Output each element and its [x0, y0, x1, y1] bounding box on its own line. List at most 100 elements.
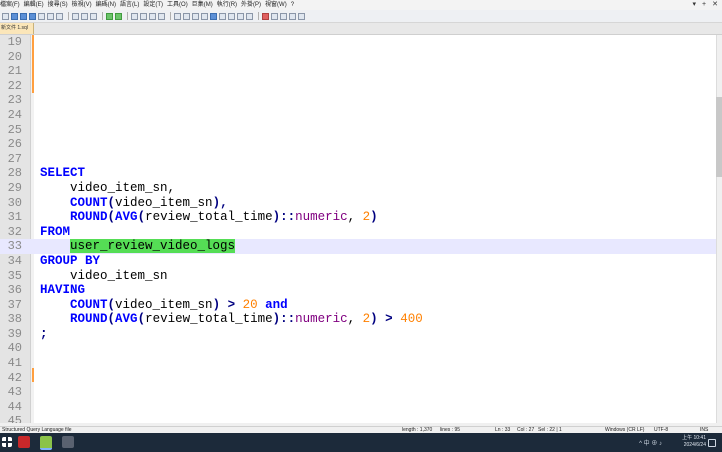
menu-item[interactable]: 執行(R)	[217, 0, 241, 10]
menu-item[interactable]: ?	[291, 0, 298, 10]
code-line[interactable]: 26	[0, 137, 716, 152]
code-line[interactable]: 29 video_item_sn,	[0, 181, 716, 196]
code-line[interactable]: 34 GROUP BY	[0, 254, 716, 269]
line-number: 24	[7, 107, 22, 122]
run-macro-multiple-icon[interactable]	[289, 12, 296, 20]
print-icon[interactable]	[56, 12, 63, 20]
code-line[interactable]: 44	[0, 400, 716, 415]
menu-item[interactable]: 設定(T)	[143, 0, 167, 10]
menu-item[interactable]: 視窗(W)	[265, 0, 291, 10]
scrollbar-thumb[interactable]	[716, 97, 722, 177]
menu-item[interactable]: 搜尋(S)	[48, 0, 72, 10]
code-line[interactable]: 20	[0, 50, 716, 65]
menu-item[interactable]: 編輯(E)	[24, 0, 48, 10]
close-file-icon[interactable]	[38, 12, 45, 20]
record-macro-icon[interactable]	[262, 12, 269, 20]
app-window-icon[interactable]	[62, 436, 74, 448]
line-number: 43	[7, 385, 22, 400]
stop-macro-icon[interactable]	[271, 12, 278, 20]
code-token: review_total_time	[145, 312, 273, 327]
save-macro-icon[interactable]	[298, 12, 305, 20]
code-line[interactable]: 22	[0, 79, 716, 94]
sync-vertical-icon[interactable]	[174, 12, 181, 20]
find-icon[interactable]	[131, 12, 138, 20]
code-line[interactable]: 28 SELECT	[0, 166, 716, 181]
code-line[interactable]: 38 ROUND(AVG(review_total_time)::numeric…	[0, 312, 716, 327]
doc-map-icon[interactable]	[219, 12, 226, 20]
zoom-in-icon[interactable]	[149, 12, 156, 20]
code-token: AVG	[115, 312, 138, 327]
show-all-chars-icon[interactable]	[201, 12, 208, 20]
save-all-icon[interactable]	[29, 12, 36, 20]
undo-icon[interactable]	[106, 12, 113, 20]
code-line[interactable]: 24	[0, 108, 716, 123]
code-line[interactable]: 39;	[0, 327, 716, 342]
code-line[interactable]: 32 FROM	[0, 225, 716, 240]
cut-icon[interactable]	[72, 12, 79, 20]
menu-item[interactable]: 工具(O)	[167, 0, 192, 10]
clock-time: 上午 10:41	[682, 435, 706, 441]
new-tab-icon[interactable]: +	[702, 0, 706, 10]
open-file-icon[interactable]	[11, 12, 18, 20]
code-line[interactable]: 21	[0, 64, 716, 79]
code-line[interactable]: 36 HAVING	[0, 283, 716, 298]
code-line[interactable]: 42	[0, 371, 716, 386]
acrobat-icon[interactable]	[18, 436, 30, 448]
code-line[interactable]: 45	[0, 414, 716, 423]
clock[interactable]: 上午 10:41 2024/6/24	[682, 435, 706, 449]
line-code: ROUND(AVG(review_total_time)::numeric, 2…	[40, 312, 423, 327]
tab-active-file[interactable]: 新文件 1.sql	[0, 23, 34, 34]
code-line[interactable]: 40	[0, 341, 716, 356]
menu-item[interactable]: 檢視(V)	[72, 0, 96, 10]
code-line[interactable]: 25	[0, 123, 716, 138]
code-editor[interactable]: 19 20 21 22 23 24 25 26 27 28 SELECT 29 video_item_…	[0, 35, 716, 423]
code-line[interactable]: 41	[0, 356, 716, 371]
vertical-scrollbar[interactable]	[716, 35, 722, 423]
line-number: 41	[7, 356, 22, 371]
code-line[interactable]: 35 video_item_sn	[0, 269, 716, 284]
restore-icon[interactable]: ▾	[693, 0, 697, 10]
paste-icon[interactable]	[90, 12, 97, 20]
toolbar-separator	[127, 12, 128, 20]
play-macro-icon[interactable]	[280, 12, 287, 20]
line-code: ROUND(AVG(review_total_time)::numeric, 2…	[40, 210, 378, 225]
menu-item[interactable]: 編碼(N)	[96, 0, 120, 10]
windows-start-icon[interactable]	[2, 437, 12, 447]
close-icon[interactable]: ✕	[712, 0, 718, 10]
replace-icon[interactable]	[140, 12, 147, 20]
save-icon[interactable]	[20, 12, 27, 20]
menu-item[interactable]: 外掛(P)	[241, 0, 265, 10]
code-line[interactable]: 23	[0, 93, 716, 108]
folder-workspace-icon[interactable]	[237, 12, 244, 20]
function-list-icon[interactable]	[228, 12, 235, 20]
notification-icon[interactable]	[708, 439, 716, 447]
monitoring-icon[interactable]	[246, 12, 253, 20]
zoom-out-icon[interactable]	[158, 12, 165, 20]
code-line[interactable]: 33 user_review_video_logs	[0, 239, 716, 254]
code-token: COUNT	[70, 195, 108, 210]
indent-guide-icon[interactable]	[210, 12, 217, 20]
clock-date: 2024/6/24	[683, 442, 706, 448]
menu-item[interactable]: 語言(L)	[120, 0, 143, 10]
system-tray-icons[interactable]: ^ 中 ⊕ ♪	[639, 438, 662, 447]
line-code: user_review_video_logs	[40, 239, 236, 254]
redo-icon[interactable]	[115, 12, 122, 20]
new-file-icon[interactable]	[2, 12, 9, 20]
code-token: ROUND	[70, 312, 108, 327]
code-line[interactable]: 19	[0, 35, 716, 50]
code-line[interactable]: 30 COUNT(video_item_sn),	[0, 196, 716, 211]
menu-item[interactable]: 巨集(M)	[192, 0, 217, 10]
code-token: COUNT	[70, 297, 108, 312]
code-line[interactable]: 31 ROUND(AVG(review_total_time)::numeric…	[0, 210, 716, 225]
code-line[interactable]: 27	[0, 152, 716, 167]
sync-horizontal-icon[interactable]	[183, 12, 190, 20]
code-token: numeric	[295, 312, 348, 327]
code-line[interactable]: 37 COUNT(video_item_sn) > 20 and	[0, 298, 716, 313]
code-line[interactable]: 43	[0, 385, 716, 400]
close-all-icon[interactable]	[47, 12, 54, 20]
word-wrap-icon[interactable]	[192, 12, 199, 20]
menu-item[interactable]: 檔案(F)	[0, 0, 24, 10]
notepadpp-icon[interactable]	[40, 436, 52, 450]
copy-icon[interactable]	[81, 12, 88, 20]
line-number: 28	[7, 166, 22, 181]
